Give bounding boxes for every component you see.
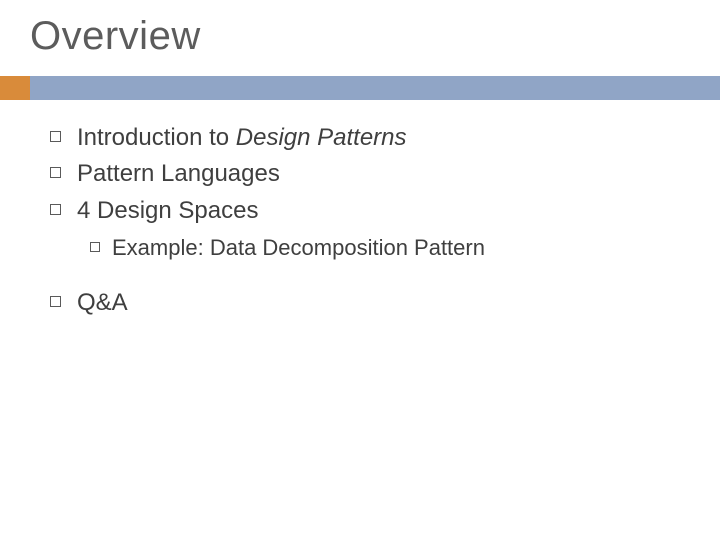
list-subitem: Example: Data Decomposition Pattern — [90, 233, 680, 263]
square-bullet-icon — [90, 242, 100, 252]
list-item-text: Q&A — [77, 287, 128, 319]
list-item: 4 Design Spaces — [50, 195, 680, 227]
accent-blue — [30, 76, 720, 100]
text-run: Introduction to — [77, 124, 236, 151]
square-bullet-icon — [50, 296, 61, 307]
title-rule — [0, 76, 720, 100]
list-item-text: Introduction to Design Patterns — [77, 122, 407, 154]
list-subitem-text: Example: Data Decomposition Pattern — [112, 233, 485, 263]
list-item: Pattern Languages — [50, 158, 680, 190]
square-bullet-icon — [50, 167, 61, 178]
list-item-text: Pattern Languages — [77, 158, 280, 190]
slide: Overview Introduction to Design Patterns… — [0, 0, 720, 540]
slide-title: Overview — [0, 0, 720, 59]
text-run: Example: — [112, 235, 204, 260]
bullet-list: Introduction to Design Patterns Pattern … — [50, 118, 680, 323]
list-item: Q&A — [50, 287, 680, 319]
text-run: Data Decomposition Pattern — [204, 235, 485, 260]
square-bullet-icon — [50, 131, 61, 142]
list-item: Introduction to Design Patterns — [50, 122, 680, 154]
square-bullet-icon — [50, 204, 61, 215]
accent-orange — [0, 76, 30, 100]
text-run-italic: Design Patterns — [236, 124, 407, 151]
list-item-text: 4 Design Spaces — [77, 195, 258, 227]
